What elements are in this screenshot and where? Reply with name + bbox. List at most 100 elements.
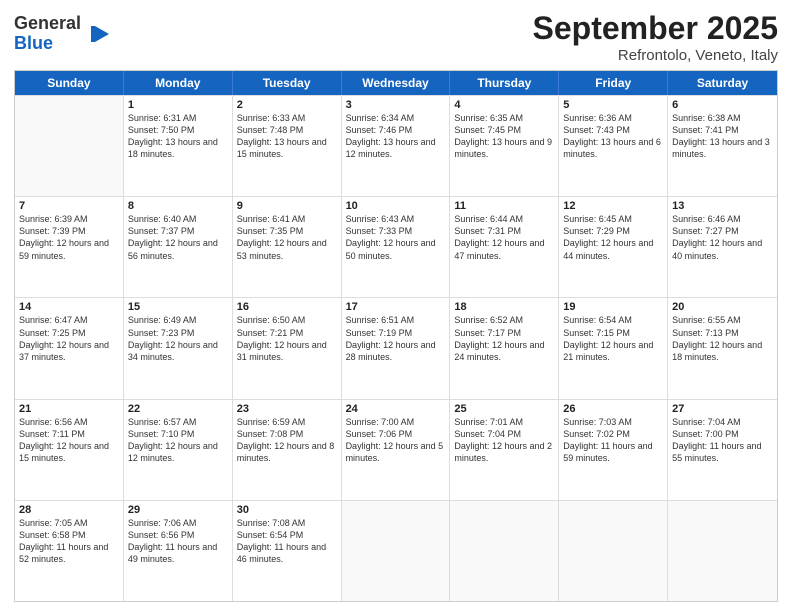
cell-info: Sunrise: 6:56 AMSunset: 7:11 PMDaylight:… — [19, 416, 119, 465]
cell-info: Sunrise: 6:45 AMSunset: 7:29 PMDaylight:… — [563, 213, 663, 262]
calendar-cell — [450, 501, 559, 601]
cell-date: 26 — [563, 403, 663, 415]
calendar-cell: 16Sunrise: 6:50 AMSunset: 7:21 PMDayligh… — [233, 298, 342, 398]
cell-info: Sunrise: 6:39 AMSunset: 7:39 PMDaylight:… — [19, 213, 119, 262]
calendar-cell: 25Sunrise: 7:01 AMSunset: 7:04 PMDayligh… — [450, 400, 559, 500]
cell-info: Sunrise: 6:50 AMSunset: 7:21 PMDaylight:… — [237, 314, 337, 363]
cell-info: Sunrise: 6:47 AMSunset: 7:25 PMDaylight:… — [19, 314, 119, 363]
cell-info: Sunrise: 6:55 AMSunset: 7:13 PMDaylight:… — [672, 314, 773, 363]
cell-date: 2 — [237, 99, 337, 111]
calendar-cell: 15Sunrise: 6:49 AMSunset: 7:23 PMDayligh… — [124, 298, 233, 398]
cell-info: Sunrise: 7:08 AMSunset: 6:54 PMDaylight:… — [237, 517, 337, 566]
calendar-cell: 23Sunrise: 6:59 AMSunset: 7:08 PMDayligh… — [233, 400, 342, 500]
calendar-cell: 17Sunrise: 6:51 AMSunset: 7:19 PMDayligh… — [342, 298, 451, 398]
calendar-cell: 9Sunrise: 6:41 AMSunset: 7:35 PMDaylight… — [233, 197, 342, 297]
logo-blue: Blue — [14, 34, 81, 54]
calendar-cell: 2Sunrise: 6:33 AMSunset: 7:48 PMDaylight… — [233, 96, 342, 196]
calendar-header: SundayMondayTuesdayWednesdayThursdayFrid… — [15, 71, 777, 95]
cell-date: 23 — [237, 403, 337, 415]
calendar-cell: 14Sunrise: 6:47 AMSunset: 7:25 PMDayligh… — [15, 298, 124, 398]
cell-info: Sunrise: 7:06 AMSunset: 6:56 PMDaylight:… — [128, 517, 228, 566]
calendar-cell: 4Sunrise: 6:35 AMSunset: 7:45 PMDaylight… — [450, 96, 559, 196]
cell-info: Sunrise: 7:00 AMSunset: 7:06 PMDaylight:… — [346, 416, 446, 465]
logo-text: General Blue — [14, 14, 81, 54]
cell-date: 24 — [346, 403, 446, 415]
cell-date: 18 — [454, 301, 554, 313]
cell-date: 12 — [563, 200, 663, 212]
cell-date: 1 — [128, 99, 228, 111]
calendar-cell: 8Sunrise: 6:40 AMSunset: 7:37 PMDaylight… — [124, 197, 233, 297]
cell-date: 29 — [128, 504, 228, 516]
cell-info: Sunrise: 6:34 AMSunset: 7:46 PMDaylight:… — [346, 112, 446, 161]
cell-date: 15 — [128, 301, 228, 313]
header-day-thursday: Thursday — [450, 71, 559, 95]
page: General Blue September 2025 Refrontolo, … — [0, 0, 792, 612]
calendar-cell: 20Sunrise: 6:55 AMSunset: 7:13 PMDayligh… — [668, 298, 777, 398]
cell-date: 16 — [237, 301, 337, 313]
cell-info: Sunrise: 6:51 AMSunset: 7:19 PMDaylight:… — [346, 314, 446, 363]
cell-date: 17 — [346, 301, 446, 313]
calendar-cell: 13Sunrise: 6:46 AMSunset: 7:27 PMDayligh… — [668, 197, 777, 297]
cell-info: Sunrise: 7:04 AMSunset: 7:00 PMDaylight:… — [672, 416, 773, 465]
calendar-row-2: 7Sunrise: 6:39 AMSunset: 7:39 PMDaylight… — [15, 196, 777, 297]
calendar-row-1: 1Sunrise: 6:31 AMSunset: 7:50 PMDaylight… — [15, 95, 777, 196]
calendar-cell: 18Sunrise: 6:52 AMSunset: 7:17 PMDayligh… — [450, 298, 559, 398]
cell-info: Sunrise: 7:05 AMSunset: 6:58 PMDaylight:… — [19, 517, 119, 566]
cell-date: 30 — [237, 504, 337, 516]
calendar-cell: 29Sunrise: 7:06 AMSunset: 6:56 PMDayligh… — [124, 501, 233, 601]
cell-info: Sunrise: 6:33 AMSunset: 7:48 PMDaylight:… — [237, 112, 337, 161]
calendar-cell: 26Sunrise: 7:03 AMSunset: 7:02 PMDayligh… — [559, 400, 668, 500]
cell-date: 3 — [346, 99, 446, 111]
cell-info: Sunrise: 6:36 AMSunset: 7:43 PMDaylight:… — [563, 112, 663, 161]
cell-date: 8 — [128, 200, 228, 212]
calendar-cell: 27Sunrise: 7:04 AMSunset: 7:00 PMDayligh… — [668, 400, 777, 500]
calendar-cell: 1Sunrise: 6:31 AMSunset: 7:50 PMDaylight… — [124, 96, 233, 196]
calendar-cell: 28Sunrise: 7:05 AMSunset: 6:58 PMDayligh… — [15, 501, 124, 601]
calendar-cell: 12Sunrise: 6:45 AMSunset: 7:29 PMDayligh… — [559, 197, 668, 297]
cell-date: 22 — [128, 403, 228, 415]
cell-info: Sunrise: 6:49 AMSunset: 7:23 PMDaylight:… — [128, 314, 228, 363]
cell-date: 21 — [19, 403, 119, 415]
cell-info: Sunrise: 6:38 AMSunset: 7:41 PMDaylight:… — [672, 112, 773, 161]
cell-info: Sunrise: 6:35 AMSunset: 7:45 PMDaylight:… — [454, 112, 554, 161]
calendar-cell: 6Sunrise: 6:38 AMSunset: 7:41 PMDaylight… — [668, 96, 777, 196]
cell-date: 27 — [672, 403, 773, 415]
calendar-cell: 3Sunrise: 6:34 AMSunset: 7:46 PMDaylight… — [342, 96, 451, 196]
header-day-friday: Friday — [559, 71, 668, 95]
cell-date: 4 — [454, 99, 554, 111]
cell-date: 7 — [19, 200, 119, 212]
cell-date: 9 — [237, 200, 337, 212]
calendar-cell — [559, 501, 668, 601]
cell-info: Sunrise: 6:52 AMSunset: 7:17 PMDaylight:… — [454, 314, 554, 363]
cell-date: 28 — [19, 504, 119, 516]
calendar-row-4: 21Sunrise: 6:56 AMSunset: 7:11 PMDayligh… — [15, 399, 777, 500]
calendar-cell: 22Sunrise: 6:57 AMSunset: 7:10 PMDayligh… — [124, 400, 233, 500]
header-day-wednesday: Wednesday — [342, 71, 451, 95]
calendar-cell — [15, 96, 124, 196]
title-block: September 2025 Refrontolo, Veneto, Italy — [533, 10, 778, 64]
cell-date: 20 — [672, 301, 773, 313]
cell-date: 11 — [454, 200, 554, 212]
cell-info: Sunrise: 7:03 AMSunset: 7:02 PMDaylight:… — [563, 416, 663, 465]
cell-date: 10 — [346, 200, 446, 212]
calendar: SundayMondayTuesdayWednesdayThursdayFrid… — [14, 70, 778, 602]
calendar-cell: 24Sunrise: 7:00 AMSunset: 7:06 PMDayligh… — [342, 400, 451, 500]
cell-info: Sunrise: 6:40 AMSunset: 7:37 PMDaylight:… — [128, 213, 228, 262]
logo: General Blue — [14, 14, 113, 54]
header: General Blue September 2025 Refrontolo, … — [14, 10, 778, 64]
cell-date: 25 — [454, 403, 554, 415]
calendar-cell: 10Sunrise: 6:43 AMSunset: 7:33 PMDayligh… — [342, 197, 451, 297]
cell-info: Sunrise: 6:31 AMSunset: 7:50 PMDaylight:… — [128, 112, 228, 161]
calendar-cell: 19Sunrise: 6:54 AMSunset: 7:15 PMDayligh… — [559, 298, 668, 398]
calendar-row-3: 14Sunrise: 6:47 AMSunset: 7:25 PMDayligh… — [15, 297, 777, 398]
cell-info: Sunrise: 6:59 AMSunset: 7:08 PMDaylight:… — [237, 416, 337, 465]
header-day-monday: Monday — [124, 71, 233, 95]
cell-date: 19 — [563, 301, 663, 313]
logo-general: General — [14, 14, 81, 34]
calendar-cell: 5Sunrise: 6:36 AMSunset: 7:43 PMDaylight… — [559, 96, 668, 196]
header-day-sunday: Sunday — [15, 71, 124, 95]
cell-date: 13 — [672, 200, 773, 212]
calendar-cell: 21Sunrise: 6:56 AMSunset: 7:11 PMDayligh… — [15, 400, 124, 500]
calendar-row-5: 28Sunrise: 7:05 AMSunset: 6:58 PMDayligh… — [15, 500, 777, 601]
calendar-body: 1Sunrise: 6:31 AMSunset: 7:50 PMDaylight… — [15, 95, 777, 601]
